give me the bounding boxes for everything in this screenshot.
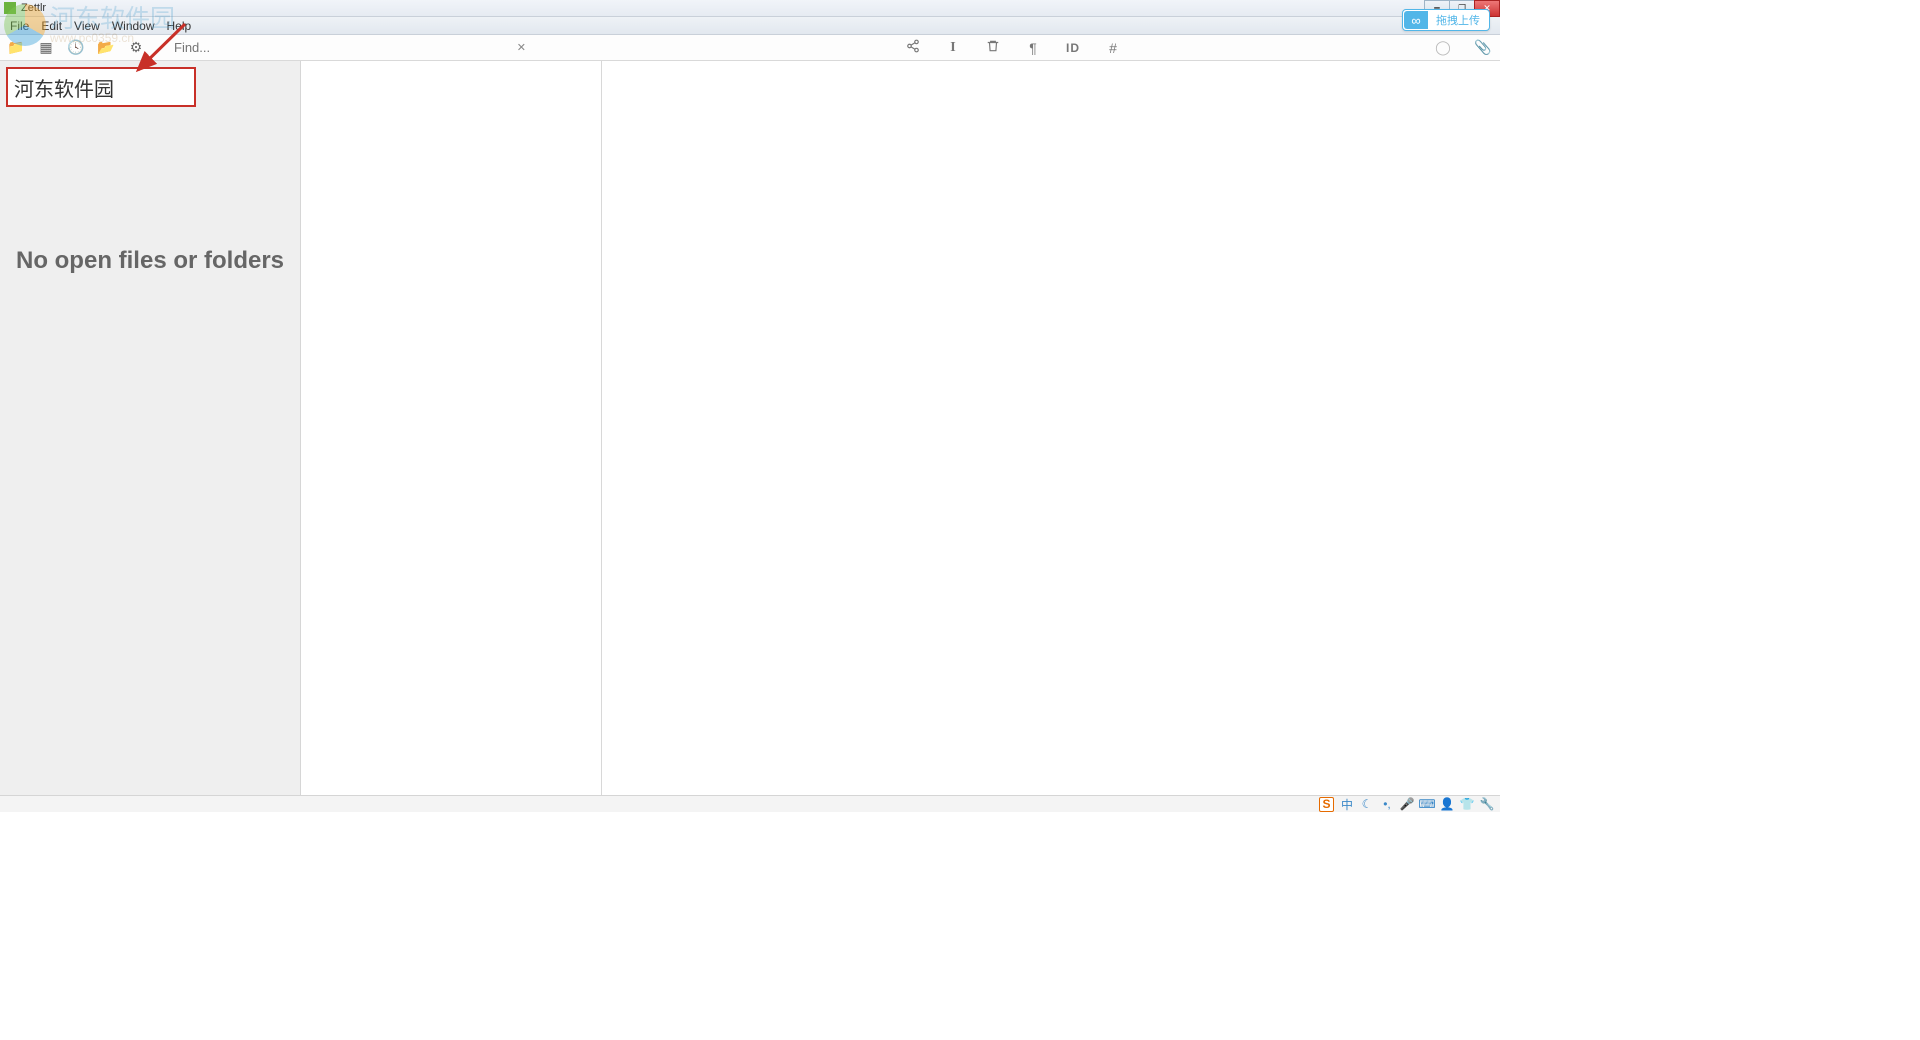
app-icon	[4, 2, 16, 14]
menu-bar: File Edit View Window Help	[0, 17, 1500, 35]
find-input[interactable]	[174, 40, 509, 55]
workspace: No open files or folders	[0, 61, 1500, 795]
moon-icon[interactable]: ☾	[1360, 797, 1374, 811]
status-bar: S 中 ☾ •, 🎤 ⌨ 👤 👕 🔧	[0, 795, 1500, 812]
app-title: Zettlr	[21, 2, 46, 14]
hash-icon[interactable]: #	[1104, 40, 1122, 56]
toolbar-right: I ¶ ID # ◯ 📎	[904, 39, 1492, 56]
trash-icon[interactable]	[984, 39, 1002, 56]
new-file-input-container	[6, 67, 196, 107]
new-file-input[interactable]	[14, 76, 188, 99]
menu-window[interactable]: Window	[106, 19, 161, 33]
skin-icon[interactable]: 👕	[1460, 797, 1474, 811]
folder-icon[interactable]: 📁	[8, 40, 24, 56]
id-icon[interactable]: ID	[1064, 41, 1082, 55]
circle-icon[interactable]: ◯	[1434, 39, 1452, 56]
stats-icon[interactable]: ▦	[38, 40, 54, 56]
paragraph-icon[interactable]: ¶	[1024, 40, 1042, 56]
menu-view[interactable]: View	[68, 19, 106, 33]
lang-indicator[interactable]: 中	[1340, 797, 1354, 811]
cloud-icon: ∞	[1404, 11, 1428, 29]
sidebar: No open files or folders	[0, 61, 300, 795]
ime-icon[interactable]: S	[1319, 797, 1334, 812]
upload-badge-label: 拖拽上传	[1428, 11, 1488, 29]
settings-icon[interactable]: ⚙	[128, 40, 144, 56]
sidebar-empty-message: No open files or folders	[0, 247, 300, 275]
editor-divider	[601, 61, 602, 795]
find-wrap: ✕	[174, 40, 534, 55]
toolbar: 📁 ▦ 🕓 📂 ⚙ ✕ I ¶ ID # ◯ 📎 ∞ 拖拽上传	[0, 35, 1500, 61]
editor-pane[interactable]	[300, 61, 1500, 795]
toolbar-left: 📁 ▦ 🕓 📂 ⚙	[8, 40, 144, 56]
person-icon[interactable]: 👤	[1440, 797, 1454, 811]
upload-badge[interactable]: ∞ 拖拽上传	[1402, 9, 1490, 31]
title-bar: Zettlr ━ ❐ ✕	[0, 0, 1500, 17]
menu-file[interactable]: File	[4, 19, 35, 33]
menu-help[interactable]: Help	[161, 19, 198, 33]
menu-edit[interactable]: Edit	[35, 19, 68, 33]
paperclip-icon[interactable]: 📎	[1474, 39, 1492, 56]
mic-icon[interactable]: 🎤	[1400, 797, 1414, 811]
keyboard-icon[interactable]: ⌨	[1420, 797, 1434, 811]
punct-icon[interactable]: •,	[1380, 797, 1394, 811]
share-icon[interactable]	[904, 39, 922, 56]
find-clear-icon[interactable]: ✕	[509, 41, 534, 54]
info-icon[interactable]: I	[944, 40, 962, 56]
wrench-icon[interactable]: 🔧	[1480, 797, 1494, 811]
new-folder-icon[interactable]: 📂	[98, 40, 114, 56]
recent-icon[interactable]: 🕓	[68, 40, 84, 56]
